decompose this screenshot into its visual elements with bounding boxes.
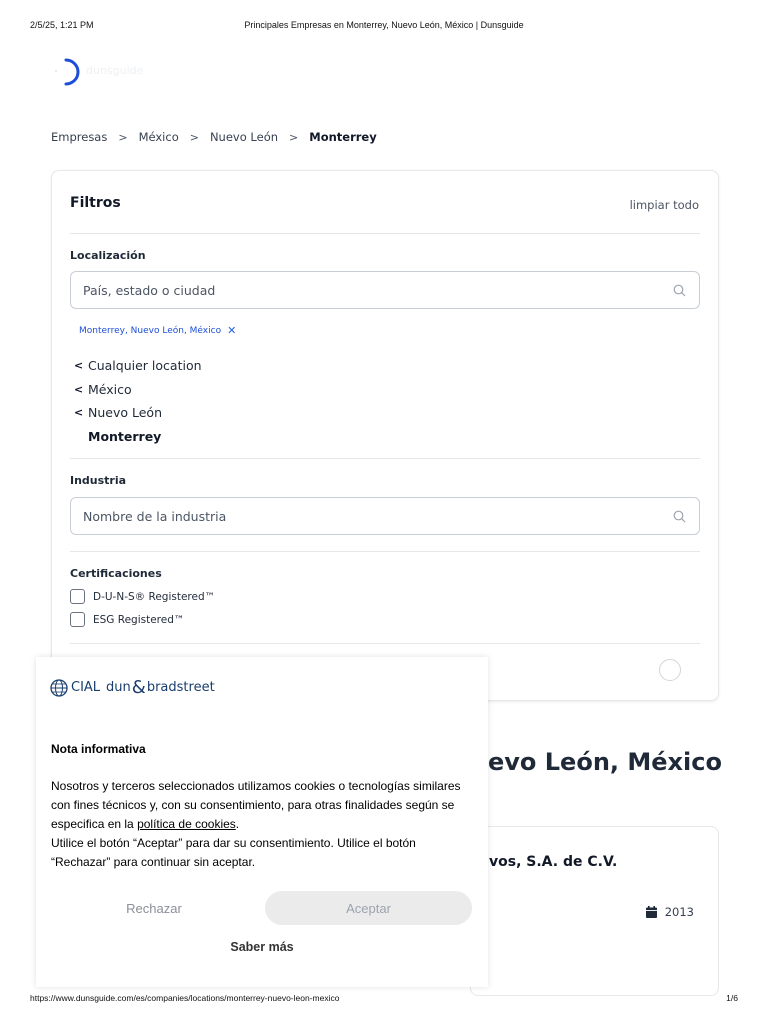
divider: [70, 643, 700, 644]
location-search-input[interactable]: [71, 272, 651, 308]
cookie-body: Nosotros y terceros seleccionados utiliz…: [51, 777, 461, 872]
brand-dun: dun: [106, 680, 131, 695]
print-page-number: 1/6: [726, 993, 738, 1003]
industry-search-box: [70, 497, 700, 535]
location-label: Localización: [70, 249, 146, 262]
location-chip-label: Monterrey, Nuevo León, México: [79, 325, 222, 336]
search-icon[interactable]: [673, 510, 686, 523]
clear-all-link[interactable]: limpiar todo: [630, 198, 699, 212]
location-item-any[interactable]: < Cualquier location: [74, 354, 202, 378]
certifications-label: Certificaciones: [70, 567, 162, 580]
site-logo[interactable]: dunsguide: [52, 56, 202, 88]
industry-search-input[interactable]: [71, 498, 651, 534]
chevron-right-icon: >: [189, 130, 199, 144]
filters-panel: Filtros limpiar todo Localización Monter…: [51, 170, 719, 701]
cookie-body-text: .: [235, 817, 240, 831]
location-chip: Monterrey, Nuevo León, México ✕: [79, 324, 236, 337]
cookie-consent-banner: CIAL dun & bradstreet Nota informativa N…: [36, 657, 488, 987]
results-heading: evo León, México: [488, 748, 722, 776]
brand-cial: CIAL: [71, 680, 101, 695]
cookie-body-text: Nosotros y terceros seleccionados utiliz…: [51, 779, 461, 831]
chevron-right-icon: >: [118, 130, 128, 144]
reject-button[interactable]: Rechazar: [54, 891, 254, 925]
divider: [70, 551, 700, 552]
print-footer: https://www.dunsguide.com/es/companies/l…: [30, 993, 738, 1007]
breadcrumb: Empresas > México > Nuevo León > Monterr…: [51, 130, 377, 144]
divider: [70, 458, 700, 459]
print-header: 2/5/25, 1:21 PM Principales Empresas en …: [30, 20, 738, 34]
learn-more-button[interactable]: Saber más: [36, 940, 488, 954]
calendar-icon: [645, 906, 657, 918]
location-hierarchy: < Cualquier location < México < Nuevo Le…: [74, 354, 202, 448]
cookie-body-text: Utilice el botón “Aceptar” para dar su c…: [51, 836, 416, 869]
accept-button[interactable]: Aceptar: [265, 891, 472, 925]
checkbox[interactable]: [70, 612, 85, 627]
location-item-label: Cualquier location: [88, 358, 202, 374]
toggle-switch[interactable]: [659, 659, 681, 681]
divider: [70, 233, 700, 234]
location-search-box: [70, 271, 700, 309]
breadcrumb-item-mexico[interactable]: México: [139, 130, 179, 144]
chevron-left-icon: <: [74, 359, 84, 373]
cookie-policy-link[interactable]: política de cookies: [137, 817, 236, 831]
chevron-left-icon: <: [74, 406, 84, 420]
print-url: https://www.dunsguide.com/es/companies/l…: [30, 993, 340, 1003]
close-icon[interactable]: ✕: [227, 324, 236, 337]
location-item-label: México: [88, 381, 132, 397]
print-title: Principales Empresas en Monterrey, Nuevo…: [244, 20, 524, 30]
cial-dnb-logo: CIAL dun & bradstreet: [50, 677, 215, 698]
certification-duns-label: D-U-N-S® Registered™: [93, 590, 216, 603]
checkbox[interactable]: [70, 589, 85, 604]
filters-title: Filtros: [70, 195, 121, 211]
search-icon[interactable]: [673, 284, 686, 297]
certification-duns-checkbox[interactable]: D-U-N-S® Registered™: [70, 589, 215, 604]
industry-label: Industria: [70, 474, 127, 487]
logo-ring-icon: [55, 58, 80, 86]
brand-ampersand: &: [131, 677, 146, 698]
company-card[interactable]: vos, S.A. de C.V. 2013: [470, 826, 719, 996]
location-item-label: Nuevo León: [88, 405, 162, 421]
company-founded-year: 2013: [645, 905, 694, 919]
globe-icon: [50, 678, 68, 697]
logo-text: dunsguide: [86, 64, 144, 77]
certification-esg-checkbox[interactable]: ESG Registered™: [70, 612, 184, 627]
brand-bradstreet: bradstreet: [146, 680, 215, 695]
company-year-value: 2013: [664, 905, 694, 919]
chevron-left-icon: <: [74, 382, 84, 396]
breadcrumb-item-current: Monterrey: [309, 130, 377, 144]
location-item-mexico[interactable]: < México: [74, 378, 202, 402]
breadcrumb-item-nuevo-leon[interactable]: Nuevo León: [210, 130, 278, 144]
breadcrumb-item-empresas[interactable]: Empresas: [51, 130, 107, 144]
location-item-current: Monterrey: [88, 428, 162, 444]
chevron-right-icon: >: [289, 130, 299, 144]
location-item-nuevo-leon[interactable]: < Nuevo León: [74, 401, 202, 425]
company-name[interactable]: vos, S.A. de C.V.: [489, 854, 617, 870]
certification-esg-label: ESG Registered™: [93, 613, 185, 626]
cookie-heading: Nota informativa: [51, 742, 146, 756]
